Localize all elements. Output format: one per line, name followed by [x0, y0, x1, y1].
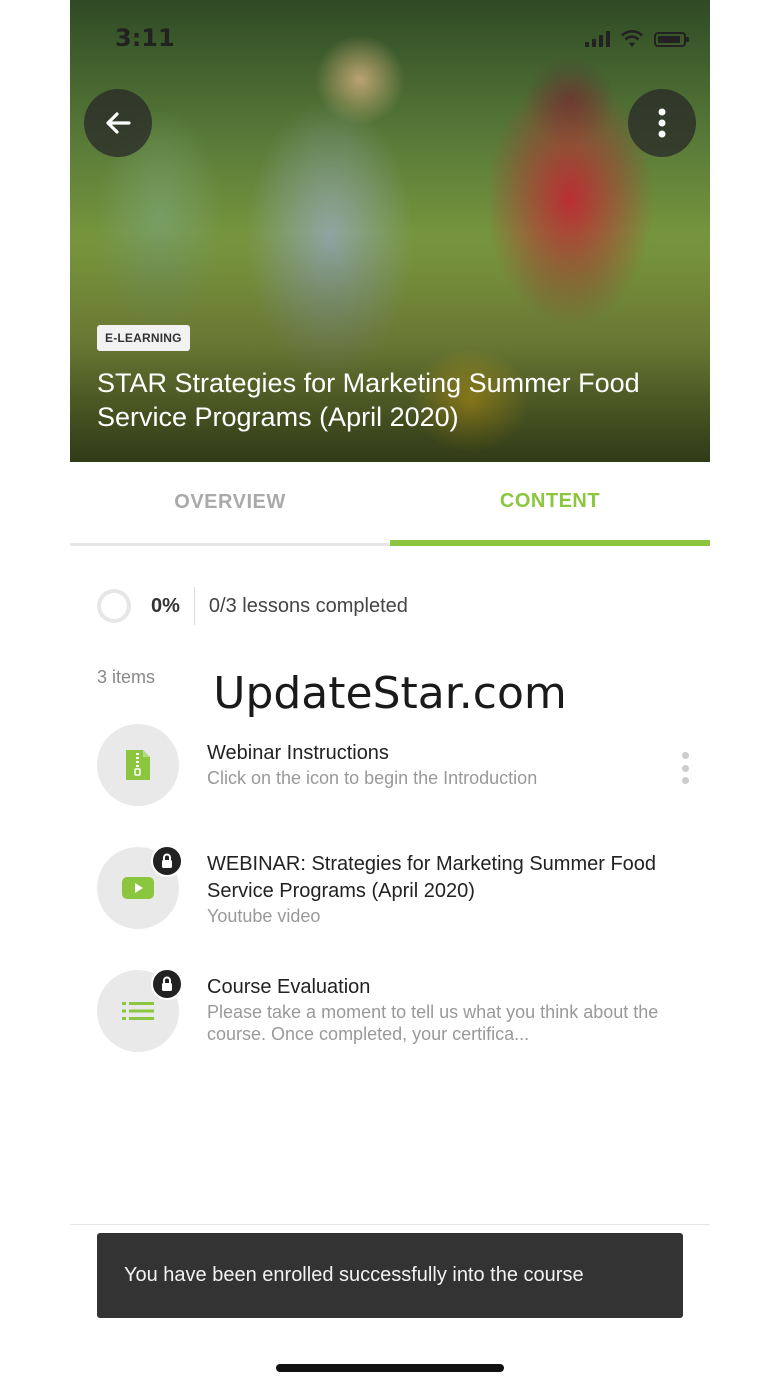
item-more-button[interactable] — [673, 752, 697, 784]
tab-content[interactable]: CONTENT — [390, 462, 710, 546]
bottom-divider — [70, 1224, 710, 1225]
tab-bar: OVERVIEW CONTENT — [70, 462, 710, 546]
list-item[interactable]: Course Evaluation Please take a moment t… — [97, 968, 697, 1052]
course-type-badge: E-LEARNING — [97, 325, 190, 351]
lock-icon — [151, 845, 183, 877]
home-indicator[interactable] — [276, 1364, 504, 1372]
zip-file-icon — [126, 750, 150, 780]
status-time: 3:11 — [115, 24, 175, 52]
item-icon-circle[interactable] — [97, 724, 179, 806]
item-subtitle: Click on the icon to begin the Introduct… — [207, 768, 538, 788]
back-button[interactable] — [84, 89, 152, 157]
item-subtitle: Please take a moment to tell us what you… — [207, 1002, 659, 1044]
status-icons — [585, 30, 689, 48]
item-text: WEBINAR: Strategies for Marketing Summer… — [207, 851, 677, 927]
course-title: STAR Strategies for Marketing Summer Foo… — [97, 368, 640, 432]
video-play-icon — [122, 877, 154, 899]
list-item[interactable]: WEBINAR: Strategies for Marketing Summer… — [97, 845, 697, 929]
progress-ring — [97, 589, 131, 623]
progress-percent: 0% — [151, 594, 180, 617]
more-vertical-icon — [658, 108, 666, 138]
cellular-signal-icon — [585, 31, 610, 47]
item-subtitle: Youtube video — [207, 906, 321, 926]
snackbar-message: You have been enrolled successfully into… — [124, 1264, 584, 1286]
lessons-completed-text: 0/3 lessons completed — [208, 594, 408, 617]
course-progress: 0% 0/3 lessons completed — [97, 586, 408, 626]
battery-icon — [654, 31, 689, 47]
watermark: UpdateStar.com — [213, 668, 567, 719]
progress-divider — [193, 587, 195, 625]
snackbar: You have been enrolled successfully into… — [97, 1233, 683, 1318]
list-icon — [122, 1002, 154, 1020]
item-text: Webinar Instructions Click on the icon t… — [207, 740, 677, 789]
item-title: Course Evaluation — [207, 976, 371, 998]
tab-overview[interactable]: OVERVIEW — [70, 462, 390, 546]
more-options-button[interactable] — [628, 89, 696, 157]
item-title: WEBINAR: Strategies for Marketing Summer… — [207, 853, 657, 902]
course-hero-image: 3:11 E-LEARNING STAR Strategies for Mark… — [70, 0, 710, 462]
course-screen: 3:11 E-LEARNING STAR Strategies for Mark… — [70, 0, 710, 1387]
list-item[interactable]: Webinar Instructions Click on the icon t… — [97, 724, 697, 806]
arrow-left-icon — [106, 112, 131, 134]
lock-icon — [151, 968, 183, 1000]
item-text: Course Evaluation Please take a moment t… — [207, 974, 677, 1045]
item-title: Webinar Instructions — [207, 742, 389, 764]
wifi-icon — [621, 30, 643, 47]
